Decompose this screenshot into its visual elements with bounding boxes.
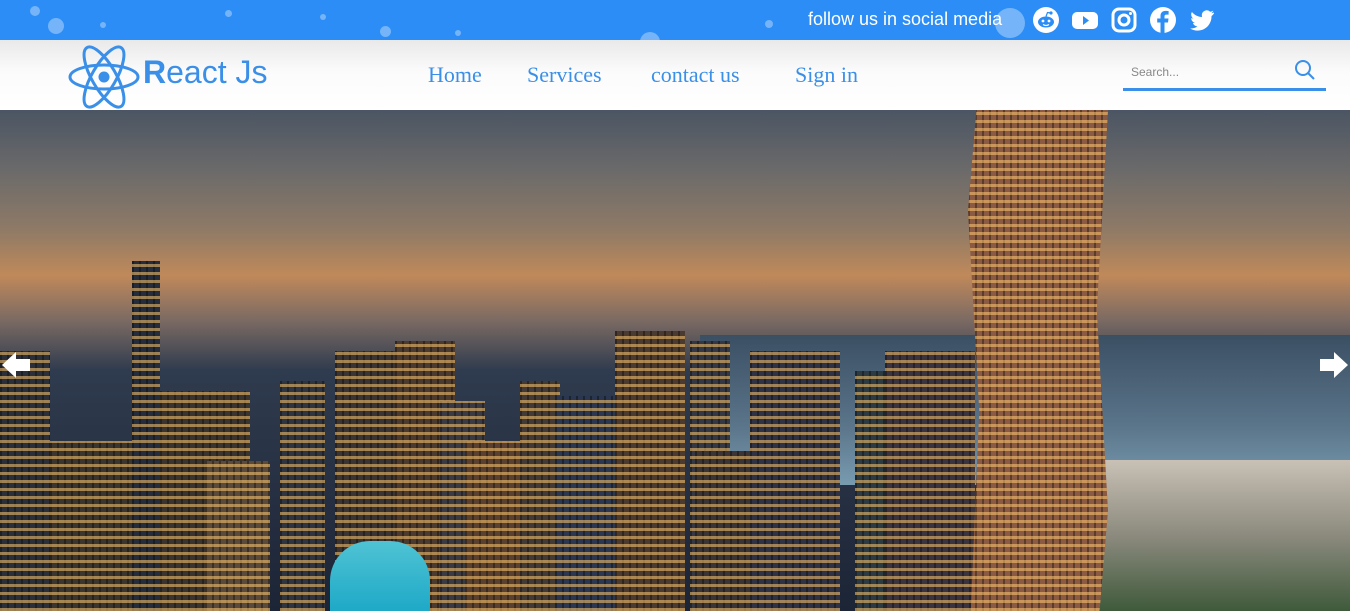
social-topbar: follow us in social media	[0, 0, 1350, 40]
brand-name[interactable]: React Js	[143, 54, 267, 91]
decor-bubble	[225, 10, 232, 17]
carousel-prev-arrow-icon[interactable]	[0, 350, 32, 380]
nav-home-link[interactable]: Home	[428, 62, 482, 88]
decor-bubble	[380, 26, 391, 37]
decor-bubble	[320, 14, 326, 20]
search-box	[1123, 56, 1326, 91]
nav-contact-link[interactable]: contact us	[651, 62, 740, 88]
twitter-icon[interactable]	[1188, 6, 1216, 34]
carousel-next-arrow-icon[interactable]	[1318, 350, 1350, 380]
youtube-icon[interactable]	[1071, 6, 1099, 34]
decor-bubble	[100, 22, 106, 28]
reddit-icon[interactable]	[1032, 6, 1060, 34]
search-icon[interactable]	[1293, 58, 1317, 82]
decor-bubble	[765, 20, 773, 28]
follow-text: follow us in social media	[808, 9, 1003, 29]
decor-bubble	[455, 30, 461, 36]
brand-rest: eact Js	[166, 54, 268, 90]
facebook-icon[interactable]	[1149, 6, 1177, 34]
instagram-icon[interactable]	[1110, 6, 1138, 34]
decor-bubble	[48, 18, 64, 34]
decor-bubble	[640, 32, 660, 40]
nav-services-link[interactable]: Services	[527, 62, 602, 88]
react-logo-icon[interactable]	[66, 44, 142, 114]
shore-area	[1100, 460, 1350, 611]
decor-bubble	[30, 6, 40, 16]
brand-initial: R	[143, 54, 167, 90]
hero-carousel	[0, 110, 1350, 611]
search-input[interactable]	[1129, 60, 1293, 84]
nav-signin-link[interactable]: Sign in	[795, 62, 858, 88]
marina-water	[330, 541, 430, 611]
hero-image	[0, 110, 1350, 611]
